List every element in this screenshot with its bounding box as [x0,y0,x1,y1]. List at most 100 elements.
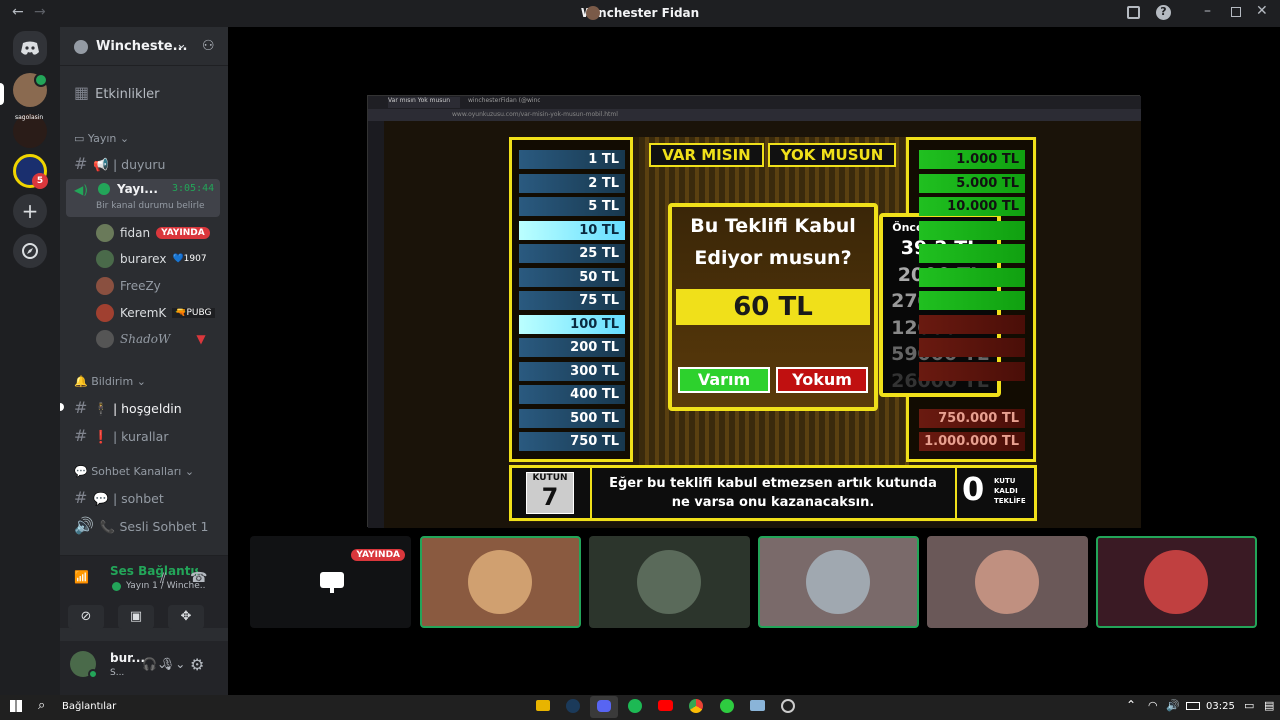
channel-sesli-sohbet[interactable]: 🔊 📞 Sesli Sohbet 1 [74,516,208,535]
speaker-badge-icon [34,73,48,87]
soundboard-button[interactable] [218,605,226,629]
minimize-icon[interactable]: – [1204,3,1211,19]
windows-start-icon[interactable] [10,700,22,712]
category-yayin[interactable]: ▭ Yayın ⌄ [74,132,129,145]
left-amount-row: 75 TL [519,291,625,310]
status-dot [112,582,121,591]
explore-icon[interactable] [13,234,47,268]
left-amount-row: 25 TL [519,244,625,263]
voice-status[interactable]: Bir kanal durumu belirle [96,201,205,211]
left-amount-row: 2 TL [519,173,625,193]
taskbar-search-text[interactable]: Bağlantılar [62,701,116,712]
camera-off-button[interactable]: ⊘ [68,605,104,629]
voice-timer: 3:05:44 [172,183,215,194]
server-gear-icon [74,40,88,54]
inbox-icon[interactable] [1127,6,1140,19]
participant-tile-3[interactable] [758,536,919,628]
volume-icon[interactable]: 🔊 [1166,699,1180,712]
search-icon[interactable]: ⌕ [38,698,45,713]
clock[interactable]: 03:25 [1206,701,1235,712]
person-icon: 🕴 [93,401,113,416]
right-amount-row [919,361,1025,381]
channel-kurallar[interactable]: # ❗ | kurallar [74,426,168,445]
noise-suppression-icon[interactable]: ⫽ [160,571,166,587]
category-bildirim[interactable]: 🔔 Bildirim ⌄ [74,375,146,388]
chevron-down-icon[interactable]: ⌄ [176,37,187,52]
voice-user-freezy[interactable]: FreeZy [96,277,161,295]
events-item[interactable]: ▦ Etkinlikler [74,83,160,102]
live-badge: YAYINDA [156,227,210,239]
discord-home-icon[interactable] [13,31,47,65]
stream-tile[interactable]: YAYINDA [250,536,411,628]
participant-tile-2[interactable] [589,536,750,628]
bell-icon: 🔔 [74,375,88,388]
voice-channel-active[interactable]: ◀) Yayı... 3:05:44 Bir kanal durumu beli… [66,179,220,217]
offer-amount: 60 TL [676,289,870,325]
photos-icon[interactable] [750,700,765,711]
my-username[interactable]: bur... [110,651,145,665]
screen-icon [320,572,344,588]
voice-user-keremk[interactable]: KeremK 🔫PUBG [96,304,215,322]
right-amount-row: 5.000 TL [919,173,1025,193]
wifi-icon[interactable]: ◠ [1148,699,1158,712]
app-icon[interactable] [720,699,734,713]
right-amount-row: 10.000 TL [919,197,1025,216]
chevron-up-icon[interactable]: ⌃ [1126,698,1136,712]
battery-icon[interactable] [1186,702,1200,710]
file-explorer-icon[interactable] [536,700,550,711]
left-amount-row: 300 TL [519,361,625,381]
youtube-icon[interactable] [658,700,673,711]
headphones-icon[interactable]: 🎧⌄ [142,657,167,671]
server-name[interactable]: Wincheste... [96,39,187,54]
voice-user-burarex[interactable]: burarex 💙1907 [96,250,207,268]
participant-tile-4[interactable] [927,536,1088,628]
steam-icon[interactable] [566,699,580,713]
notification-icon[interactable]: ▤ [1264,699,1274,712]
browser-tab-2[interactable]: winchesterFidan (@winch [468,97,540,108]
settings-gear-icon[interactable]: ⚙ [190,655,204,674]
activities-button[interactable]: ✥ [168,605,204,629]
browser-url[interactable]: www.oyunkuzusu.com/var-misin-yok-musun-m… [452,111,618,118]
voice-user-shadow[interactable]: ShadoW ▼ [96,330,206,348]
close-icon[interactable]: ✕ [1256,3,1268,19]
channel-hosgeldin-label: | hoşgeldin [112,401,182,416]
channel-sohbet[interactable]: # 💬 | sohbet [74,488,164,507]
chat-bubble-icon[interactable]: ▭ [1244,699,1254,712]
hash-icon: # [74,398,88,417]
add-server-icon[interactable]: + [13,194,47,228]
chrome-icon[interactable] [689,699,703,713]
browser-sidebar [368,121,384,528]
disconnect-icon[interactable]: ☎ [190,570,207,586]
accept-button[interactable]: Varım [678,367,770,393]
voice-connection-title[interactable]: Ses Bağlantısı Ku [110,564,198,578]
channel-hosgeldin[interactable]: # 🕴 | hoşgeldin [74,398,182,417]
screen-share-button[interactable]: ▣ [118,605,154,629]
message-bar: KUTUN 7 Eğer bu teklifi kabul etmezsen a… [509,465,1037,521]
voice-user-fidan[interactable]: fidan YAYINDA [96,224,210,242]
offer-dialog: Bu Teklifi Kabul Ediyor musun? 60 TL Var… [668,203,878,411]
avatar [975,550,1039,614]
voice-channel-name: Yayı... [117,182,158,196]
settings-icon[interactable] [781,699,795,713]
screen-icon-stand [330,588,334,593]
channel-duyuru[interactable]: # 📢 | duyuru [74,154,165,173]
discord-icon[interactable] [597,700,611,712]
participant-tile-1[interactable] [420,536,581,628]
category-yayin-label: Yayın [87,132,117,145]
user-tag: 1907 [183,254,207,264]
decline-button[interactable]: Yokum [776,367,868,393]
add-user-icon[interactable]: ⚇ [202,38,215,54]
title-avatar [586,6,600,20]
browser-tab-1[interactable]: Var mısın Yok musun [388,97,460,108]
your-box-number: 7 [541,483,559,511]
category-sohbet-label: Sohbet Kanalları [91,465,182,478]
participant-tile-5[interactable] [1096,536,1257,628]
avatar [637,550,701,614]
maximize-icon[interactable] [1231,7,1241,17]
server-rail: sagolasin 5 + [0,27,60,695]
server-icon-2[interactable]: sagolasin [13,114,47,148]
spotify-icon[interactable] [628,699,642,713]
help-icon[interactable]: ? [1156,5,1171,20]
left-amount-row: 500 TL [519,408,625,428]
category-sohbet[interactable]: 💬 Sohbet Kanalları ⌄ [74,465,194,478]
